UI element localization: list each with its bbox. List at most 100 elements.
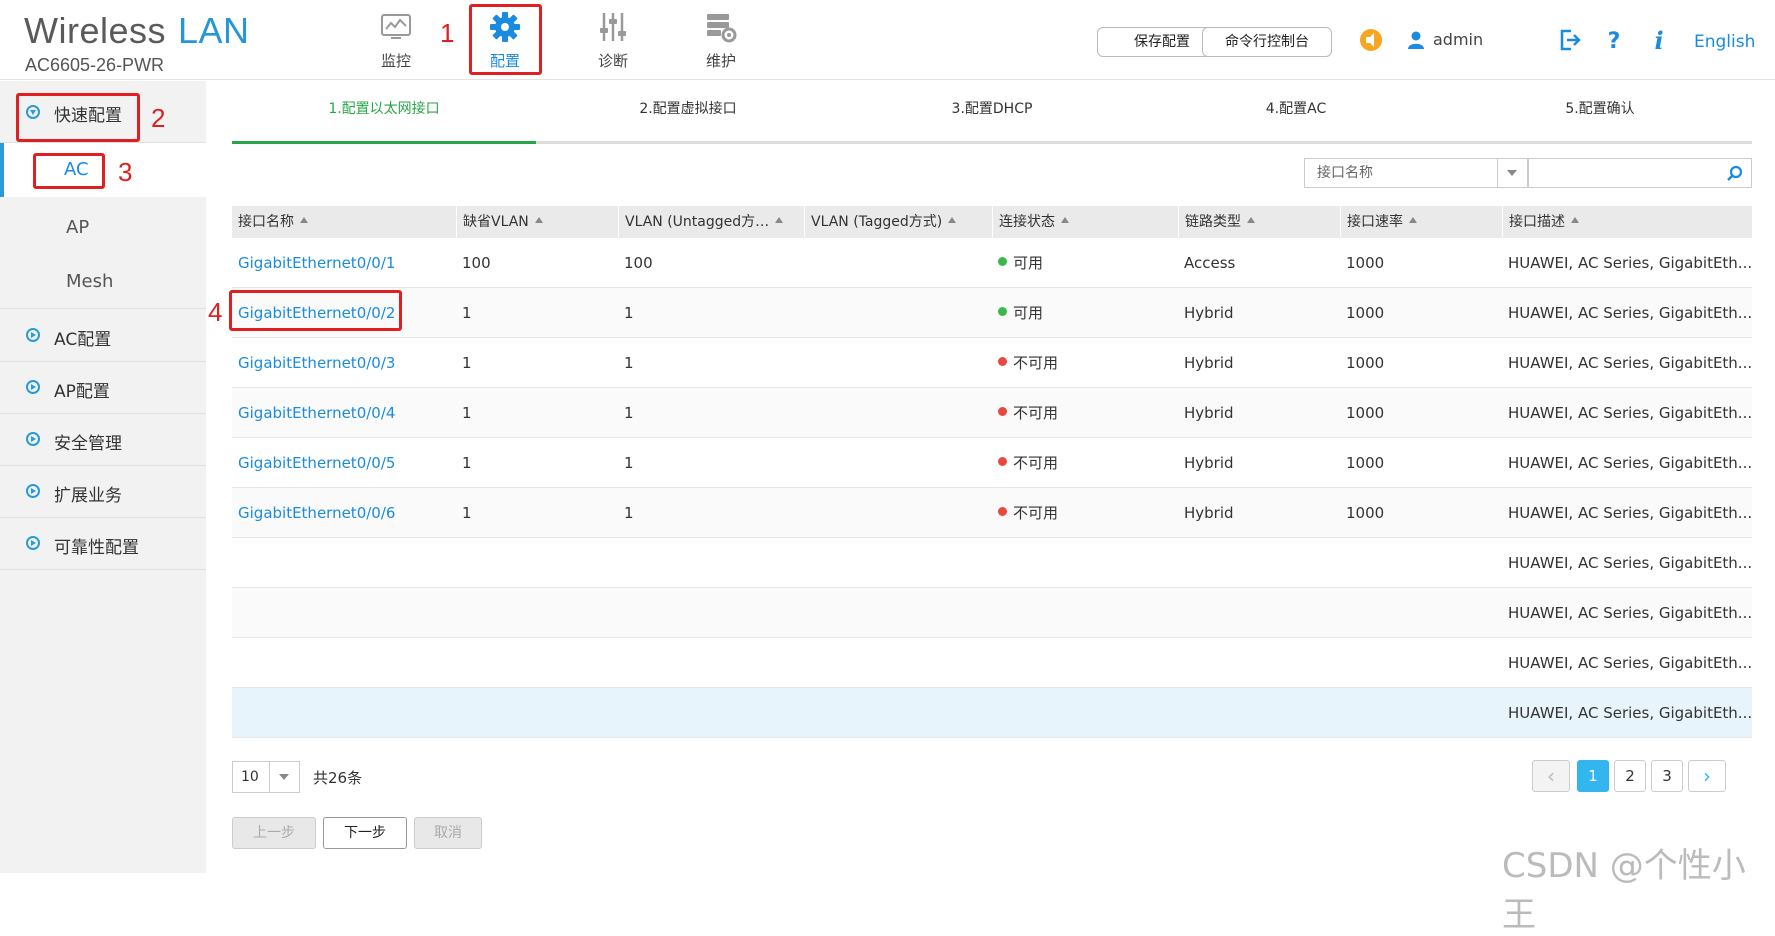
cell-default-vlan (456, 638, 618, 688)
cell-link-type (1178, 538, 1340, 588)
cell-speed-text: 1000 (1346, 454, 1385, 472)
nav-diagnose[interactable]: 诊断 (573, 6, 653, 72)
col-link-status[interactable]: 连接状态 (992, 206, 1178, 238)
nav-maintain[interactable]: 维护 (681, 6, 761, 72)
table-row[interactable]: HUAWEI, AC Series, GigabitEth... (232, 638, 1752, 688)
cell-default-vlan: 1 (456, 488, 618, 538)
sidebar-group-extended[interactable]: 扩展业务 (0, 466, 206, 518)
cell-description: HUAWEI, AC Series, GigabitEth... (1502, 388, 1752, 438)
search-icon[interactable] (1726, 165, 1743, 182)
next-step-button[interactable]: 下一步 (323, 817, 407, 849)
page-1-button[interactable]: 1 (1577, 760, 1609, 792)
step-3[interactable]: 3.配置DHCP (840, 94, 1144, 144)
col-label: VLAN (Tagged方式) (811, 214, 943, 230)
cell-description: HUAWEI, AC Series, GigabitEth... (1502, 438, 1752, 488)
cell-interface-name-text: GigabitEthernet0/0/4 (238, 404, 396, 422)
wizard-steps: 1.配置以太网接口 2.配置虚拟接口 3.配置DHCP 4.配置AC 5.配置确… (232, 94, 1752, 144)
step-2[interactable]: 2.配置虚拟接口 (536, 94, 840, 144)
cell-interface-name[interactable]: GigabitEthernet0/0/4 (232, 388, 456, 438)
sidebar-group-reliability[interactable]: 可靠性配置 (0, 518, 206, 570)
cell-vlan-tagged (804, 238, 992, 288)
brand-word1: Wireless (24, 10, 167, 51)
page-size-select[interactable]: 10 (232, 761, 300, 793)
cell-speed (1340, 638, 1502, 688)
col-interface-name[interactable]: 接口名称 (232, 206, 456, 238)
cell-default-vlan: 1 (456, 288, 618, 338)
cell-link-status-text: 不可用 (1013, 354, 1059, 372)
cancel-button[interactable]: 取消 (414, 817, 482, 849)
cell-speed: 1000 (1340, 438, 1502, 488)
col-description[interactable]: 接口描述 (1502, 206, 1752, 238)
table-row[interactable]: HUAWEI, AC Series, GigabitEth... (232, 588, 1752, 638)
cell-interface-name[interactable]: GigabitEthernet0/0/5 (232, 438, 456, 488)
table-row[interactable]: HUAWEI, AC Series, GigabitEth... (232, 688, 1752, 738)
highlight-box-ge002 (229, 290, 402, 331)
cell-speed-text: 1000 (1346, 504, 1385, 522)
cell-link-type (1178, 688, 1340, 738)
nav-monitor[interactable]: 监控 (356, 6, 436, 72)
sort-asc-icon (1061, 217, 1069, 223)
table-row[interactable]: GigabitEthernet0/0/6 1 1 不可用 Hybrid 1000 HUAWE… (232, 488, 1752, 538)
cell-default-vlan (456, 538, 618, 588)
alarm-speaker-icon[interactable] (1358, 27, 1384, 53)
cell-interface-name[interactable]: GigabitEthernet0/0/6 (232, 488, 456, 538)
cell-link-type: Hybrid (1178, 288, 1340, 338)
cell-link-type: Hybrid (1178, 488, 1340, 538)
prev-page-button[interactable]: ‹ (1532, 760, 1570, 792)
col-vlan-untagged[interactable]: VLAN (Untagged方… (618, 206, 804, 238)
help-icon[interactable]: ? (1601, 27, 1627, 53)
logout-icon[interactable] (1557, 27, 1583, 53)
monitor-icon (381, 14, 411, 39)
expand-circle-icon (26, 328, 40, 342)
table-row[interactable]: GigabitEthernet0/0/1 100 100 可用 Access 1000 HU… (232, 238, 1752, 288)
sidebar-group-label: 可靠性配置 (54, 538, 139, 558)
sidebar-sub-mesh[interactable]: Mesh (0, 255, 206, 309)
cell-interface-name-text: GigabitEthernet0/0/6 (238, 504, 396, 522)
col-vlan-tagged[interactable]: VLAN (Tagged方式) (804, 206, 992, 238)
step-1[interactable]: 1.配置以太网接口 (232, 94, 536, 144)
cell-link-type-text: Hybrid (1184, 504, 1234, 522)
cell-vlan-untagged-text: 1 (624, 504, 634, 522)
col-speed[interactable]: 接口速率 (1340, 206, 1502, 238)
header: Wireless LAN AC6605-26-PWR 监控 配置 诊断 维护 1… (0, 0, 1775, 80)
info-icon[interactable]: i (1646, 27, 1672, 53)
cell-interface-name (232, 638, 456, 688)
col-default-vlan[interactable]: 缺省VLAN (456, 206, 618, 238)
search-input[interactable] (1528, 158, 1752, 188)
table-row[interactable]: GigabitEthernet0/0/4 1 1 不可用 Hybrid 1000 HUAWE… (232, 388, 1752, 438)
cell-interface-name[interactable]: GigabitEthernet0/0/1 (232, 238, 456, 288)
expand-circle-icon (26, 536, 40, 550)
language-switch[interactable]: English (1694, 32, 1755, 52)
page-2-button[interactable]: 2 (1614, 760, 1646, 792)
step-5[interactable]: 5.配置确认 (1448, 94, 1752, 144)
status-dot-icon (998, 457, 1007, 466)
cell-vlan-tagged (804, 638, 992, 688)
table-row[interactable]: HUAWEI, AC Series, GigabitEth... (232, 538, 1752, 588)
cli-console-button[interactable]: 命令行控制台 (1202, 27, 1332, 57)
sidebar-group-label: AP配置 (54, 382, 110, 402)
cell-description-text: HUAWEI, AC Series, GigabitEth... (1508, 404, 1752, 422)
next-page-button[interactable]: › (1688, 760, 1726, 792)
cell-speed: 1000 (1340, 488, 1502, 538)
cell-interface-name[interactable]: GigabitEthernet0/0/3 (232, 338, 456, 388)
cell-default-vlan-text: 1 (462, 504, 472, 522)
sidebar-sub-ap[interactable]: AP (0, 201, 206, 255)
sidebar-group-ap-config[interactable]: AP配置 (0, 362, 206, 414)
sort-asc-icon (534, 217, 543, 223)
search-field-select[interactable]: 接口名称 (1304, 158, 1528, 188)
user-name[interactable]: admin (1433, 30, 1483, 49)
prev-step-button[interactable]: 上一步 (232, 817, 316, 849)
col-link-type[interactable]: 链路类型 (1178, 206, 1340, 238)
table-row[interactable]: GigabitEthernet0/0/2 1 1 可用 Hybrid 1000 HUAWEI… (232, 288, 1752, 338)
table-row[interactable]: GigabitEthernet0/0/3 1 1 不可用 Hybrid 1000 HUAWE… (232, 338, 1752, 388)
step-4[interactable]: 4.配置AC (1144, 94, 1448, 144)
cell-description-text: HUAWEI, AC Series, GigabitEth... (1508, 704, 1752, 722)
sidebar-group-ac-config[interactable]: AC配置 (0, 310, 206, 362)
cell-default-vlan-text: 100 (462, 254, 491, 272)
page-3-button[interactable]: 3 (1651, 760, 1683, 792)
sidebar-group-security[interactable]: 安全管理 (0, 414, 206, 466)
col-label: 接口名称 (238, 214, 294, 230)
cell-vlan-untagged (618, 638, 804, 688)
cell-description-text: HUAWEI, AC Series, GigabitEth... (1508, 254, 1752, 272)
table-row[interactable]: GigabitEthernet0/0/5 1 1 不可用 Hybrid 1000 HUAWE… (232, 438, 1752, 488)
